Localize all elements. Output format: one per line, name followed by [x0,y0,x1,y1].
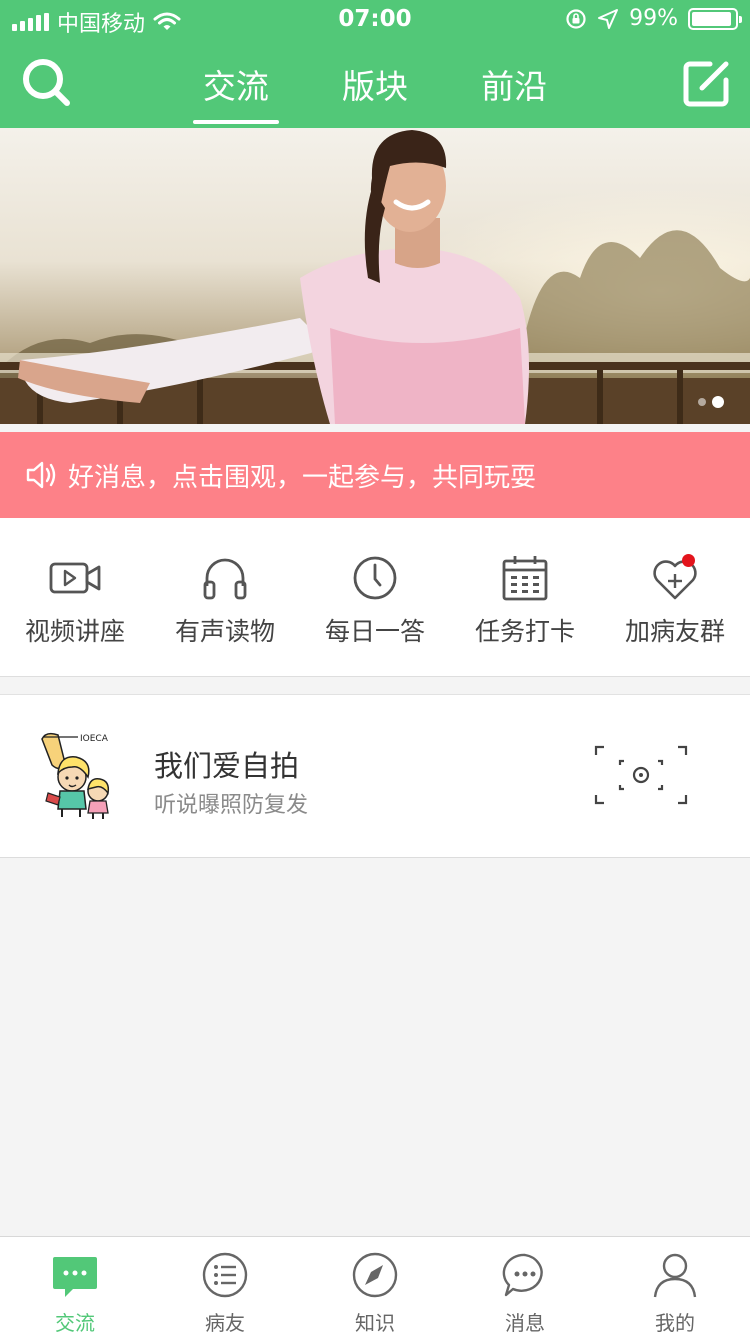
quick-link-label: 加病友群 [624,617,725,646]
battery-icon [688,7,742,30]
compose-icon[interactable] [680,56,734,110]
cartoon-avatar: IOECA [41,732,110,819]
tab-bar-knowledge[interactable]: 知识 [300,1237,450,1334]
carousel-indicator[interactable] [698,396,724,408]
quick-link-label: 有声读物 [174,617,275,646]
chat-bubble-icon [53,1257,97,1297]
notice-bar[interactable]: 好消息，点击围观，一起参与，共同玩耍 [0,432,750,518]
user-icon [653,1253,697,1298]
feature-card[interactable]: IOECA 我们爱自拍 听说曝照防复发 [0,694,750,858]
list-icon [202,1252,248,1298]
camera-scan-icon[interactable] [592,743,690,807]
banner-carousel[interactable] [0,128,750,424]
headphones-icon [203,558,247,600]
banner-image [0,128,750,424]
bottom-tab-bar: 交流 病友 知识 消息 我的 [0,1236,750,1334]
quick-link-label: 每日一答 [324,617,425,646]
notification-badge [682,554,695,567]
compass-icon [352,1252,398,1298]
quick-link-daily-answer[interactable]: 每日一答 [300,518,450,676]
tab-bar-me[interactable]: 我的 [600,1237,750,1334]
message-icon [502,1253,543,1297]
tab-bar-patients[interactable]: 病友 [150,1237,300,1334]
quick-link-label: 任务打卡 [474,617,575,646]
avatar-lettering: IOECA [80,734,109,744]
status-bar: 中国移动 07:00 99% [0,0,750,40]
tab-exchange[interactable]: 交流 [192,60,279,124]
tab-bar-label: 病友 [205,1311,245,1334]
tab-bar-label: 我的 [655,1311,695,1334]
quick-link-task-checkin[interactable]: 任务打卡 [450,518,600,676]
quick-link-join-group[interactable]: 加病友群 [600,518,750,676]
tab-bar-label: 知识 [355,1311,395,1334]
tab-bar-messages[interactable]: 消息 [450,1237,600,1334]
location-icon [598,8,619,29]
tab-bar-label: 消息 [505,1311,545,1334]
quick-link-video[interactable]: 视频讲座 [0,518,150,676]
calendar-icon [502,556,548,601]
navbar: 交流 版块 前沿 [0,40,750,128]
tab-sections[interactable]: 版块 [332,60,418,120]
notice-text: 好消息，点击围观，一起参与，共同玩耍 [68,462,537,493]
top-tabs: 交流 版块 前沿 [0,60,750,124]
card-title: 我们爱自拍 [154,749,300,783]
quick-links: 视频讲座 有声读物 每日一答 任务打卡 加病友群 [0,518,750,676]
tab-frontier[interactable]: 前沿 [471,60,557,120]
battery-percent: 99% [629,6,678,31]
divider [0,676,750,677]
tab-bar-exchange[interactable]: 交流 [0,1237,150,1334]
quick-link-audiobook[interactable]: 有声读物 [150,518,300,676]
clock-icon [353,556,397,600]
card-subtitle: 听说曝照防复发 [154,793,309,818]
quick-link-label: 视频讲座 [24,617,125,646]
tab-bar-label: 交流 [55,1311,95,1334]
video-icon [49,562,101,594]
rotation-lock-icon [566,8,586,29]
speaker-icon [26,461,56,489]
header: 中国移动 07:00 99% 交流 版块 前沿 [0,0,750,128]
